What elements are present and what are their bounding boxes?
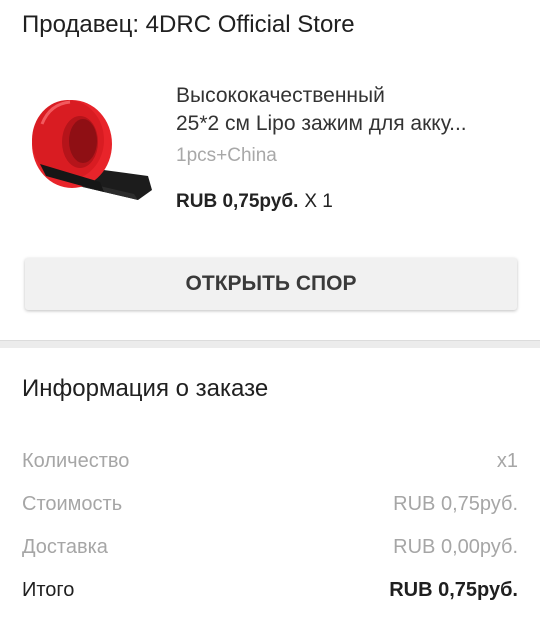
summary-label: Количество [22,450,130,472]
seller-name[interactable]: Продавец: 4DRC Official Store [22,8,355,42]
summary-row-shipping: Доставка RUB 0,00руб. [22,526,518,569]
product-quantity: X 1 [304,191,333,212]
product-card[interactable]: Высококачественный 25*2 см Lipo зажим дл… [22,80,522,220]
summary-value: RUB 0,00руб. [393,536,518,558]
product-image[interactable] [30,94,154,204]
product-variant: 1pcs+China [176,145,277,166]
product-price-line: RUB 0,75руб. X 1 [176,188,520,216]
product-title-line1[interactable]: Высококачественный [176,82,520,110]
summary-row-total: Итого RUB 0,75руб. [22,569,518,612]
order-info-title: Информация о заказе [22,375,269,402]
summary-row-quantity: Количество x1 [22,440,518,483]
summary-value: RUB 0,75руб. [393,493,518,515]
order-summary: Количество x1 Стоимость RUB 0,75руб. Дос… [22,440,518,612]
summary-value: x1 [496,450,518,472]
open-dispute-button[interactable]: ОТКРЫТЬ СПОР [25,258,517,310]
product-title-line2[interactable]: 25*2 см Lipo зажим для акку... [176,110,520,138]
summary-label: Доставка [22,536,108,558]
summary-label: Итого [22,579,75,601]
section-divider [0,340,540,348]
summary-row-cost: Стоимость RUB 0,75руб. [22,483,518,526]
summary-total-value: RUB 0,75руб. [389,579,518,601]
summary-label: Стоимость [22,493,123,515]
product-price: RUB 0,75руб. [176,191,299,212]
